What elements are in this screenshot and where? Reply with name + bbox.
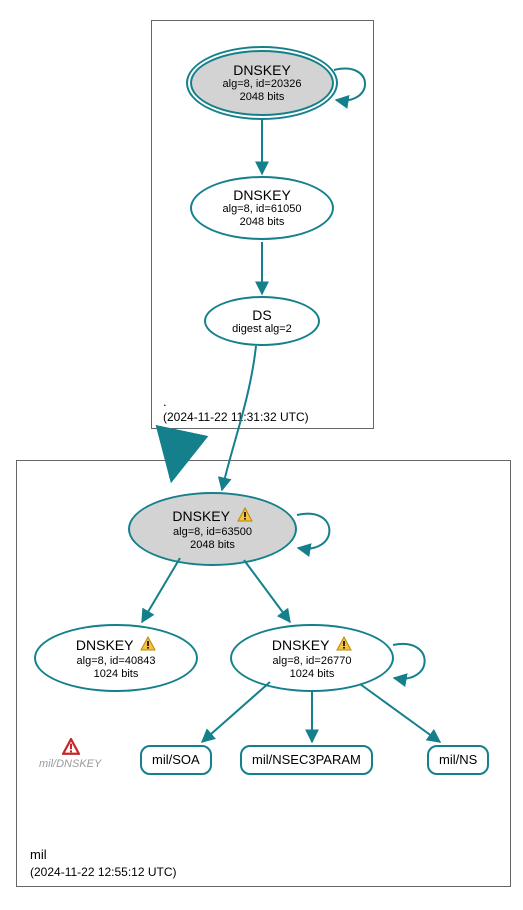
warning-icon bbox=[336, 636, 352, 655]
node-mil-soa: mil/SOA bbox=[140, 745, 212, 775]
node-root-zsk: DNSKEY alg=8, id=61050 2048 bits bbox=[190, 176, 334, 240]
hidden-dnskey-label: mil/DNSKEY bbox=[39, 758, 101, 770]
node-mil-ksk-title-text: DNSKEY bbox=[172, 508, 229, 524]
node-mil-ksk-line3: 2048 bits bbox=[190, 539, 235, 552]
node-mil-zsk1-title: DNSKEY bbox=[76, 636, 156, 655]
node-root-ds-title: DS bbox=[252, 307, 271, 323]
node-root-ksk-line2: alg=8, id=20326 bbox=[223, 78, 302, 91]
node-mil-zsk1: DNSKEY alg=8, id=40843 1024 bits bbox=[34, 624, 198, 692]
warning-icon bbox=[140, 636, 156, 655]
node-mil-ksk-line2: alg=8, id=63500 bbox=[173, 526, 252, 539]
node-root-ksk: DNSKEY alg=8, id=20326 2048 bits bbox=[190, 50, 334, 116]
node-root-ds: DS digest alg=2 bbox=[204, 296, 320, 346]
zone-root-name: . bbox=[163, 394, 167, 409]
node-mil-zsk1-title-text: DNSKEY bbox=[76, 637, 133, 653]
node-mil-zsk2-title: DNSKEY bbox=[272, 636, 352, 655]
node-mil-soa-label: mil/SOA bbox=[152, 753, 200, 768]
node-mil-zsk2: DNSKEY alg=8, id=26770 1024 bits bbox=[230, 624, 394, 692]
node-root-zsk-line3: 2048 bits bbox=[240, 216, 285, 229]
node-mil-ksk: DNSKEY alg=8, id=63500 2048 bits bbox=[128, 492, 297, 566]
node-mil-nsec3param-label: mil/NSEC3PARAM bbox=[252, 753, 361, 768]
node-mil-ns-label: mil/NS bbox=[439, 753, 477, 768]
zone-root-timestamp: (2024-11-22 11:31:32 UTC) bbox=[163, 410, 309, 424]
warning-icon bbox=[237, 507, 253, 526]
error-icon bbox=[62, 738, 80, 759]
node-mil-zsk1-line3: 1024 bits bbox=[94, 668, 139, 681]
node-root-ksk-title: DNSKEY bbox=[233, 62, 291, 78]
node-mil-ksk-title: DNSKEY bbox=[172, 507, 252, 526]
node-mil-zsk2-line2: alg=8, id=26770 bbox=[273, 655, 352, 668]
node-mil-zsk2-title-text: DNSKEY bbox=[272, 637, 329, 653]
zone-mil-timestamp: (2024-11-22 12:55:12 UTC) bbox=[30, 865, 177, 879]
node-root-ds-line2: digest alg=2 bbox=[232, 323, 292, 336]
node-root-zsk-title: DNSKEY bbox=[233, 187, 291, 203]
diagram-canvas: . (2024-11-22 11:31:32 UTC) mil (2024-11… bbox=[0, 0, 523, 910]
zone-mil-name: mil bbox=[30, 847, 47, 862]
node-mil-nsec3param: mil/NSEC3PARAM bbox=[240, 745, 373, 775]
node-mil-zsk2-line3: 1024 bits bbox=[290, 668, 335, 681]
node-root-ksk-line3: 2048 bits bbox=[240, 91, 285, 104]
node-mil-zsk1-line2: alg=8, id=40843 bbox=[77, 655, 156, 668]
node-mil-ns: mil/NS bbox=[427, 745, 489, 775]
node-root-zsk-line2: alg=8, id=61050 bbox=[223, 203, 302, 216]
